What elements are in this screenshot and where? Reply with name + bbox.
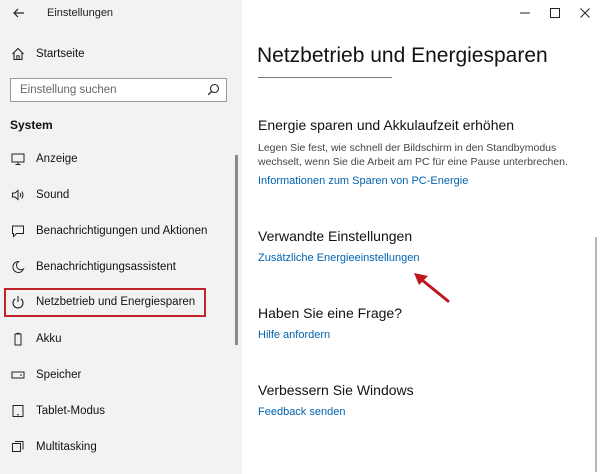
sidebar-item-akku[interactable]: Akku (0, 325, 236, 353)
sidebar-item-label: Sound (36, 189, 70, 201)
link-additional-power-settings[interactable]: Zusätzliche Energieeinstellungen (258, 252, 419, 264)
main-scrollbar[interactable] (595, 237, 597, 472)
sidebar-item-speicher[interactable]: Speicher (0, 361, 236, 389)
search-input[interactable] (11, 79, 201, 101)
sidebar-item-label: Multitasking (36, 441, 97, 453)
speaker-icon (10, 187, 26, 203)
section-header-system: System (10, 118, 53, 132)
sidebar-item-label: Akku (36, 333, 62, 345)
nav-home[interactable]: Startseite (0, 40, 236, 68)
section-heading-question: Haben Sie eine Frage? (258, 305, 402, 321)
sidebar-item-label: Tablet-Modus (36, 405, 106, 417)
sidebar-item-label: Anzeige (36, 153, 78, 165)
sidebar-item-tablet-modus[interactable]: Tablet-Modus (0, 397, 236, 425)
link-get-help[interactable]: Hilfe anfordern (258, 329, 330, 341)
minimize-icon[interactable] (510, 0, 540, 26)
app-title: Einstellungen (47, 7, 114, 19)
sidebar-item-label: Benachrichtigungen und Aktionen (36, 225, 208, 237)
maximize-icon[interactable] (540, 0, 570, 26)
multitasking-icon (10, 439, 26, 455)
storage-icon (10, 367, 26, 383)
sidebar-item-benachrichtigungsassistent[interactable]: Benachrichtigungsassistent (0, 253, 236, 281)
battery-icon (10, 331, 26, 347)
sidebar-item-netzbetrieb[interactable]: Netzbetrieb und Energiesparen (0, 288, 236, 316)
link-send-feedback[interactable]: Feedback senden (258, 406, 345, 418)
section-heading-related: Verwandte Einstellungen (258, 228, 413, 244)
close-icon[interactable] (570, 0, 600, 26)
moon-icon (10, 259, 26, 275)
page-title: Netzbetrieb und Energiesparen (257, 44, 548, 67)
power-icon (10, 294, 26, 310)
sidebar-item-sound[interactable]: Sound (0, 181, 236, 209)
notification-icon (10, 223, 26, 239)
sidebar-item-label: Netzbetrieb und Energiesparen (36, 296, 196, 308)
sidebar-item-label: Speicher (36, 369, 82, 381)
sidebar-item-benachrichtigungen[interactable]: Benachrichtigungen und Aktionen (0, 217, 236, 245)
tablet-icon (10, 403, 26, 419)
section-heading-improve: Verbessern Sie Windows (258, 382, 414, 398)
energy-description: Legen Sie fest, wie schnell der Bildschi… (258, 142, 568, 168)
search-box (10, 78, 227, 102)
sidebar-scrollbar[interactable] (235, 155, 238, 345)
nav-home-label: Startseite (36, 48, 85, 60)
home-icon (10, 46, 26, 62)
title-bar: Einstellungen (0, 0, 242, 26)
sidebar-item-label: Benachrichtigungsassistent (36, 261, 176, 273)
divider (258, 77, 392, 78)
section-heading-energy: Energie sparen und Akkulaufzeit erhöhen (258, 117, 515, 133)
window-controls (510, 0, 600, 26)
annotation-arrow-icon (414, 273, 450, 303)
link-energy-info[interactable]: Informationen zum Sparen von PC-Energie (258, 175, 468, 187)
back-arrow-icon[interactable] (9, 3, 29, 23)
search-icon[interactable] (207, 83, 220, 96)
sidebar-item-multitasking[interactable]: Multitasking (0, 433, 236, 461)
sidebar: Einstellungen Startseite System Anzeige … (0, 0, 242, 474)
sidebar-item-anzeige[interactable]: Anzeige (0, 145, 236, 173)
main-content: Netzbetrieb und Energiesparen Energie sp… (242, 0, 600, 474)
display-icon (10, 151, 26, 167)
